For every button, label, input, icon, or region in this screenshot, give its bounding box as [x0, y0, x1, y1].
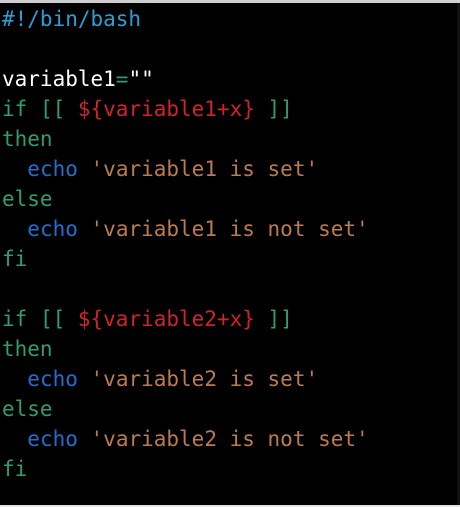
code-token-string: 'variable1 is set': [90, 157, 319, 181]
code-line[interactable]: then: [2, 124, 369, 154]
code-token-cmd: echo: [27, 217, 78, 241]
code-token-keyword: then: [2, 127, 53, 151]
code-token-bracket: ]]: [254, 97, 293, 121]
code-line[interactable]: echo 'variable1 is not set': [2, 214, 369, 244]
code-line[interactable]: #!/bin/bash: [2, 4, 369, 34]
code-token-var: ${variable1+x}: [77, 97, 255, 121]
code-line[interactable]: else: [2, 184, 369, 214]
code-line[interactable]: if [[ ${variable2+x} ]]: [2, 304, 369, 334]
window-top-border: [0, 0, 460, 3]
code-token-keyword: else: [2, 187, 53, 211]
code-token-cmd: echo: [27, 367, 78, 391]
code-token-bracket: [[: [27, 97, 78, 121]
code-token-shebang: #!/bin/bash: [2, 7, 142, 31]
code-line[interactable]: echo 'variable2 is set': [2, 364, 369, 394]
code-line[interactable]: echo 'variable2 is not set': [2, 424, 369, 454]
code-token-bracket: [[: [27, 307, 78, 331]
code-token-cmd: echo: [27, 427, 78, 451]
code-token-string: 'variable2 is set': [90, 367, 319, 391]
code-token-keyword: fi: [2, 247, 28, 271]
code-token-bracket: ]]: [254, 307, 293, 331]
code-editor[interactable]: #!/bin/bash variable1="" if [[ ${variable1…: [2, 4, 369, 484]
code-token-keyword: else: [2, 397, 53, 421]
code-line[interactable]: then: [2, 334, 369, 364]
code-token-var: ${variable2+x}: [77, 307, 255, 331]
code-line[interactable]: variable1="": [2, 64, 369, 94]
code-token-keyword: then: [2, 337, 53, 361]
code-token-op: =: [115, 67, 129, 91]
code-line[interactable]: fi: [2, 454, 369, 484]
code-token-cmd: echo: [27, 157, 78, 181]
code-token-keyword: if: [2, 97, 28, 121]
code-line[interactable]: fi: [2, 244, 369, 274]
code-line[interactable]: else: [2, 394, 369, 424]
code-line[interactable]: [2, 274, 369, 304]
code-token-string: 'variable2 is not set': [90, 427, 369, 451]
code-token-plain: variable1: [2, 67, 116, 91]
code-line[interactable]: if [[ ${variable1+x} ]]: [2, 94, 369, 124]
code-token-plain: "": [128, 67, 154, 91]
code-line[interactable]: [2, 34, 369, 64]
code-token-keyword: fi: [2, 457, 28, 481]
code-token-string: 'variable1 is not set': [90, 217, 369, 241]
code-line[interactable]: echo 'variable1 is set': [2, 154, 369, 184]
code-token-keyword: if: [2, 307, 28, 331]
